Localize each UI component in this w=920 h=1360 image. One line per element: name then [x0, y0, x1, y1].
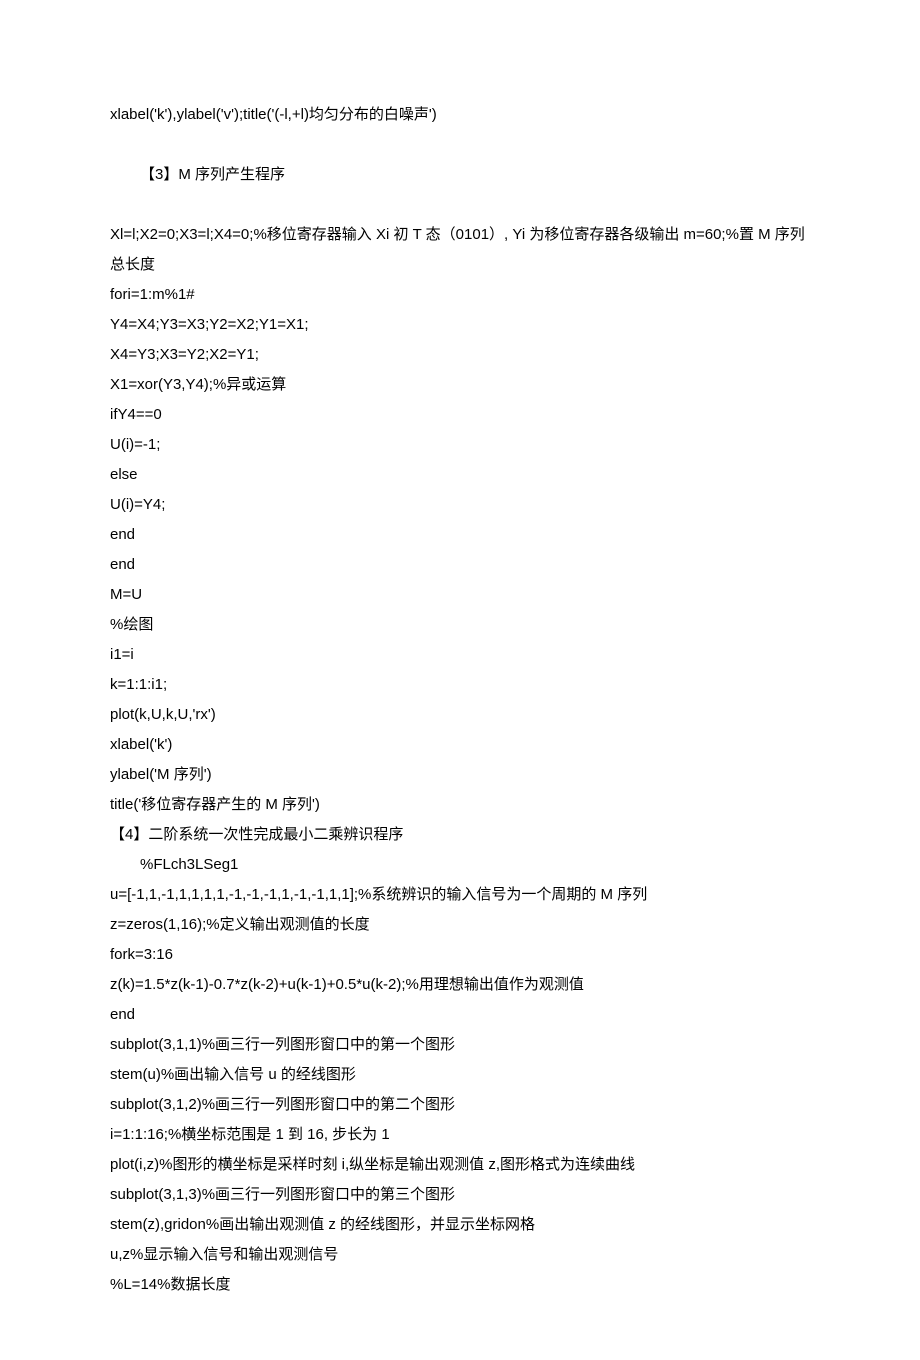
- code-line: X1=xor(Y3,Y4);%异或运算: [110, 370, 810, 400]
- code-line: z(k)=1.5*z(k-1)-0.7*z(k-2)+u(k-1)+0.5*u(…: [110, 970, 810, 1000]
- code-line: %FLch3LSeg1: [110, 850, 810, 880]
- code-line: end: [110, 550, 810, 580]
- code-line: fori=1:m%1#: [110, 280, 810, 310]
- code-line: u=[-1,1,-1,1,1,1,1,-1,-1,-1,1,-1,-1,1,1]…: [110, 880, 810, 910]
- code-line: end: [110, 1000, 810, 1030]
- code-line: plot(k,U,k,U,'rx'): [110, 700, 810, 730]
- code-line: plot(i,z)%图形的横坐标是采样时刻 i,纵坐标是输出观测值 z,图形格式…: [110, 1150, 810, 1180]
- code-line: stem(z),gridon%画出输出观测值 z 的经线图形，并显示坐标网格: [110, 1210, 810, 1240]
- document-page: xlabel('k'),ylabel('v');title('(-l,+l)均匀…: [0, 0, 920, 1360]
- code-line: z=zeros(1,16);%定义输出观测值的长度: [110, 910, 810, 940]
- code-line: subplot(3,1,2)%画三行一列图形窗口中的第二个图形: [110, 1090, 810, 1120]
- code-line: xlabel('k'): [110, 730, 810, 760]
- blank-line: [110, 190, 810, 220]
- code-line: end: [110, 520, 810, 550]
- code-line: k=1:1:i1;: [110, 670, 810, 700]
- code-line: subplot(3,1,1)%画三行一列图形窗口中的第一个图形: [110, 1030, 810, 1060]
- code-line: xlabel('k'),ylabel('v');title('(-l,+l)均匀…: [110, 100, 810, 130]
- code-line: Y4=X4;Y3=X3;Y2=X2;Y1=X1;: [110, 310, 810, 340]
- code-line: M=U: [110, 580, 810, 610]
- code-line: U(i)=Y4;: [110, 490, 810, 520]
- code-line: %绘图: [110, 610, 810, 640]
- code-line: else: [110, 460, 810, 490]
- code-line: i1=i: [110, 640, 810, 670]
- code-line: U(i)=-1;: [110, 430, 810, 460]
- code-line: u,z%显示输入信号和输出观测信号: [110, 1240, 810, 1270]
- code-line: %L=14%数据长度: [110, 1270, 810, 1300]
- code-line: fork=3:16: [110, 940, 810, 970]
- section-heading: 【4】二阶系统一次性完成最小二乘辨识程序: [110, 820, 810, 850]
- code-line: i=1:1:16;%横坐标范围是 1 到 16, 步长为 1: [110, 1120, 810, 1150]
- code-line: X4=Y3;X3=Y2;X2=Y1;: [110, 340, 810, 370]
- blank-line: [110, 130, 810, 160]
- section-heading: 【3】M 序列产生程序: [110, 160, 810, 190]
- code-line: ylabel('M 序列'): [110, 760, 810, 790]
- code-line: ifY4==0: [110, 400, 810, 430]
- code-line: Xl=l;X2=0;X3=l;X4=0;%移位寄存器输入 Xi 初 T 态（01…: [110, 220, 810, 280]
- code-line: stem(u)%画出输入信号 u 的经线图形: [110, 1060, 810, 1090]
- code-line: title('移位寄存器产生的 M 序列'): [110, 790, 810, 820]
- code-line: subplot(3,1,3)%画三行一列图形窗口中的第三个图形: [110, 1180, 810, 1210]
